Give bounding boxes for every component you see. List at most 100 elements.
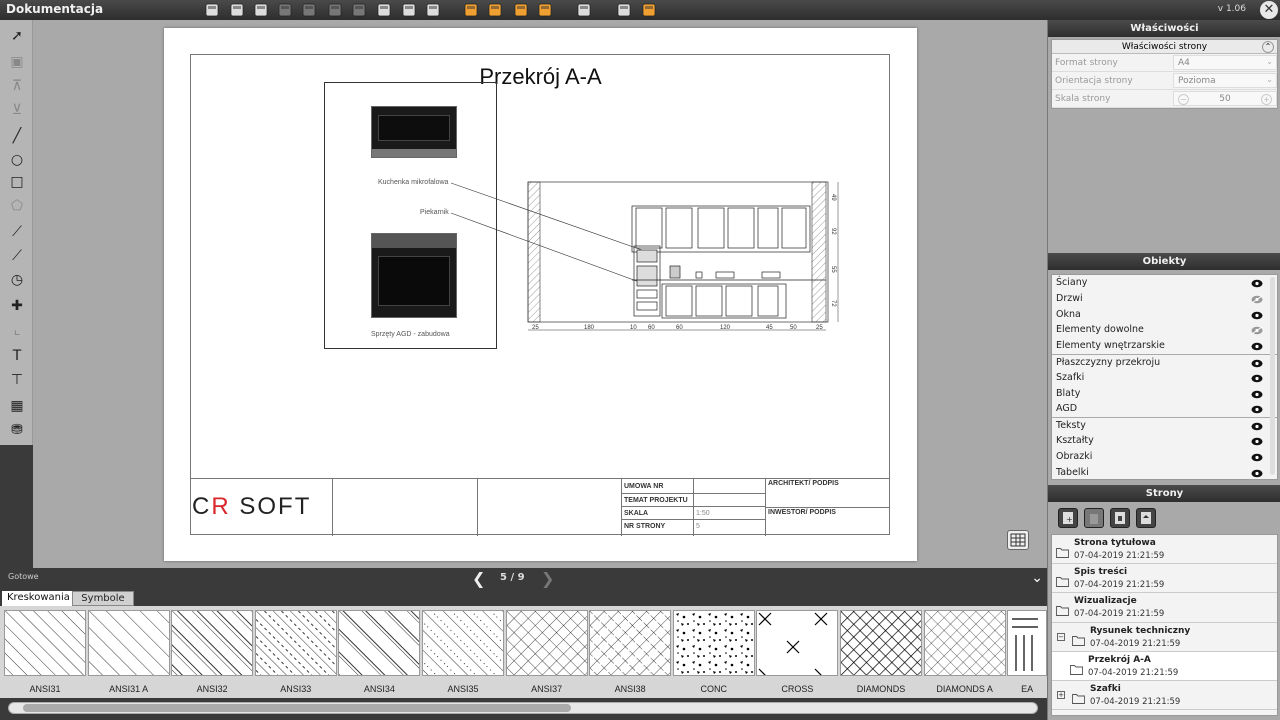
pattern-swatch[interactable] — [672, 610, 755, 676]
orbit-icon[interactable] — [486, 2, 504, 18]
print-icon[interactable] — [252, 2, 270, 18]
pattern-swatch[interactable] — [4, 610, 86, 676]
collapse-icon[interactable]: − — [1057, 632, 1065, 641]
page-tree-item[interactable]: + Szafki 07-04-2019 21:21:59 — [1052, 681, 1277, 711]
eye-icon[interactable] — [1251, 278, 1263, 288]
save-icon[interactable] — [203, 2, 221, 18]
object-layer-item[interactable]: Płaszczyzny przekroju — [1052, 353, 1277, 370]
scrollbar-thumb[interactable] — [23, 704, 571, 712]
edit-icon[interactable] — [375, 2, 393, 18]
object-layer-item[interactable]: Drzwi — [1052, 291, 1277, 307]
pattern-swatch[interactable] — [87, 610, 170, 676]
polygon-icon[interactable]: ⬠ — [7, 196, 27, 216]
prev-page-button[interactable]: ❮ — [472, 569, 485, 588]
dimension-chain-icon[interactable]: ⟋ — [7, 246, 27, 266]
rectangle-icon[interactable]: □ — [7, 172, 27, 192]
redo-icon[interactable] — [300, 2, 318, 18]
collapse-panel-button[interactable]: ⌄ — [1031, 570, 1043, 586]
paste-icon[interactable] — [350, 2, 368, 18]
close-button[interactable]: ✕ — [1260, 1, 1278, 19]
object-layer-item[interactable]: Tabelki — [1052, 465, 1277, 481]
circle-icon[interactable]: ○ — [7, 150, 27, 170]
pattern-swatch[interactable] — [422, 610, 504, 676]
eye-icon[interactable] — [1251, 421, 1263, 431]
measure-icon[interactable] — [575, 2, 593, 18]
pattern-scrollbar[interactable] — [8, 702, 1038, 714]
page-icon[interactable] — [615, 2, 633, 18]
anchor-icon[interactable]: ✚ — [7, 296, 27, 316]
lamp-icon[interactable] — [536, 2, 554, 18]
object-layer-item[interactable]: Teksty — [1052, 417, 1277, 433]
eye-icon[interactable] — [1251, 358, 1263, 368]
object-layer-item[interactable]: Elementy wnętrzarskie — [1052, 338, 1277, 354]
eye-icon[interactable] — [1251, 373, 1263, 383]
add-page-button[interactable]: + — [1058, 508, 1078, 528]
page-scale-stepper[interactable]: − 50 + — [1173, 91, 1277, 106]
object-layer-item[interactable]: Elementy dowolne — [1052, 322, 1277, 338]
eye-off-icon[interactable] — [1251, 325, 1263, 335]
undo-icon[interactable] — [276, 2, 294, 18]
pattern-swatch[interactable] — [171, 610, 254, 676]
document-page[interactable]: Przekrój A-A Kuchenka mikrofalowa Piekar… — [164, 28, 917, 561]
object-layer-item[interactable]: AGD — [1052, 401, 1277, 417]
angle-icon[interactable]: ◷ — [7, 270, 27, 290]
upload-page-button[interactable] — [1136, 508, 1156, 528]
eye-icon[interactable] — [1251, 436, 1263, 446]
decrement-button[interactable]: − — [1178, 94, 1189, 105]
pattern-swatch[interactable] — [840, 610, 922, 676]
pattern-swatch[interactable] — [756, 610, 839, 676]
cross-section-icon[interactable] — [512, 2, 530, 18]
text-icon[interactable]: T — [7, 346, 27, 366]
pattern-swatch[interactable] — [923, 610, 1006, 676]
section-icon[interactable] — [462, 2, 480, 18]
object-layer-item[interactable]: Okna — [1052, 307, 1277, 323]
text-label-icon[interactable]: ⊤ — [7, 370, 27, 390]
next-page-button[interactable]: ❯ — [541, 569, 554, 588]
eye-icon[interactable] — [1251, 404, 1263, 414]
collapse-icon[interactable]: ⌃ — [1262, 41, 1274, 53]
cut-icon[interactable] — [400, 2, 418, 18]
copy-icon[interactable] — [326, 2, 344, 18]
table-icon[interactable]: ▦ — [7, 396, 27, 416]
page-active-icon[interactable] — [640, 2, 658, 18]
save-as-icon[interactable] — [228, 2, 246, 18]
eye-icon[interactable] — [1251, 468, 1263, 477]
tab-symbole[interactable]: Symbole — [72, 591, 134, 606]
appliances-box[interactable]: Kuchenka mikrofalowa Piekarnik Sprzęty A… — [324, 82, 497, 349]
eye-icon[interactable] — [1251, 389, 1263, 398]
canvas-area[interactable]: Przekrój A-A Kuchenka mikrofalowa Piekar… — [33, 20, 1047, 568]
eye-off-icon[interactable] — [1251, 294, 1263, 304]
text-frame-icon[interactable]: ▣ — [7, 52, 27, 72]
pattern-swatch[interactable] — [254, 610, 337, 676]
page-tree-item[interactable]: Strona tytułowa 07-04-2019 21:21:59 — [1052, 535, 1277, 565]
align-top-icon[interactable]: ⊼ — [7, 76, 27, 96]
page-tree-item[interactable]: Wizualizacje 07-04-2019 21:21:59 — [1052, 593, 1277, 623]
pointer-icon[interactable]: ➚ — [7, 26, 27, 46]
object-layer-item[interactable]: Szafki — [1052, 370, 1277, 386]
object-layer-item[interactable]: Blaty — [1052, 386, 1277, 402]
expand-icon[interactable]: + — [1057, 690, 1065, 699]
objects-scrollbar[interactable] — [1270, 277, 1275, 475]
eye-icon[interactable] — [1251, 452, 1263, 462]
object-layer-item[interactable]: Kształty — [1052, 433, 1277, 449]
pattern-swatch[interactable] — [589, 610, 672, 676]
object-layer-item[interactable]: Ściany — [1052, 275, 1277, 291]
page-tree-item[interactable]: Przekrój A-A 07-04-2019 21:21:59 — [1052, 651, 1277, 681]
increment-button[interactable]: + — [1261, 94, 1272, 105]
page-tree-item[interactable]: − Rysunek techniczny 07-04-2019 21:21:59 — [1052, 623, 1277, 652]
page-format-select[interactable]: A4 ⌄ — [1173, 55, 1277, 70]
settings-icon[interactable] — [424, 2, 442, 18]
page-orientation-select[interactable]: Pozioma ⌄ — [1173, 73, 1277, 88]
line-icon[interactable]: ╱ — [7, 126, 27, 146]
kitchen-section-drawing[interactable]: 25 180 10 60 60 120 45 50 25 49 92 55 72 — [526, 180, 848, 340]
dimension-line-icon[interactable]: ⟋ — [7, 222, 27, 242]
stamp-icon[interactable]: ⛃ — [7, 420, 27, 440]
eye-icon[interactable] — [1251, 310, 1263, 319]
pattern-swatch[interactable] — [505, 610, 588, 676]
delete-page-button[interactable] — [1084, 508, 1104, 528]
tab-kreskowania[interactable]: Kreskowania — [2, 591, 75, 606]
pattern-swatch[interactable] — [338, 610, 421, 676]
axis-icon[interactable]: ⌞ — [7, 320, 27, 340]
object-layer-item[interactable]: Obrazki — [1052, 449, 1277, 465]
export-page-button[interactable] — [1110, 508, 1130, 528]
